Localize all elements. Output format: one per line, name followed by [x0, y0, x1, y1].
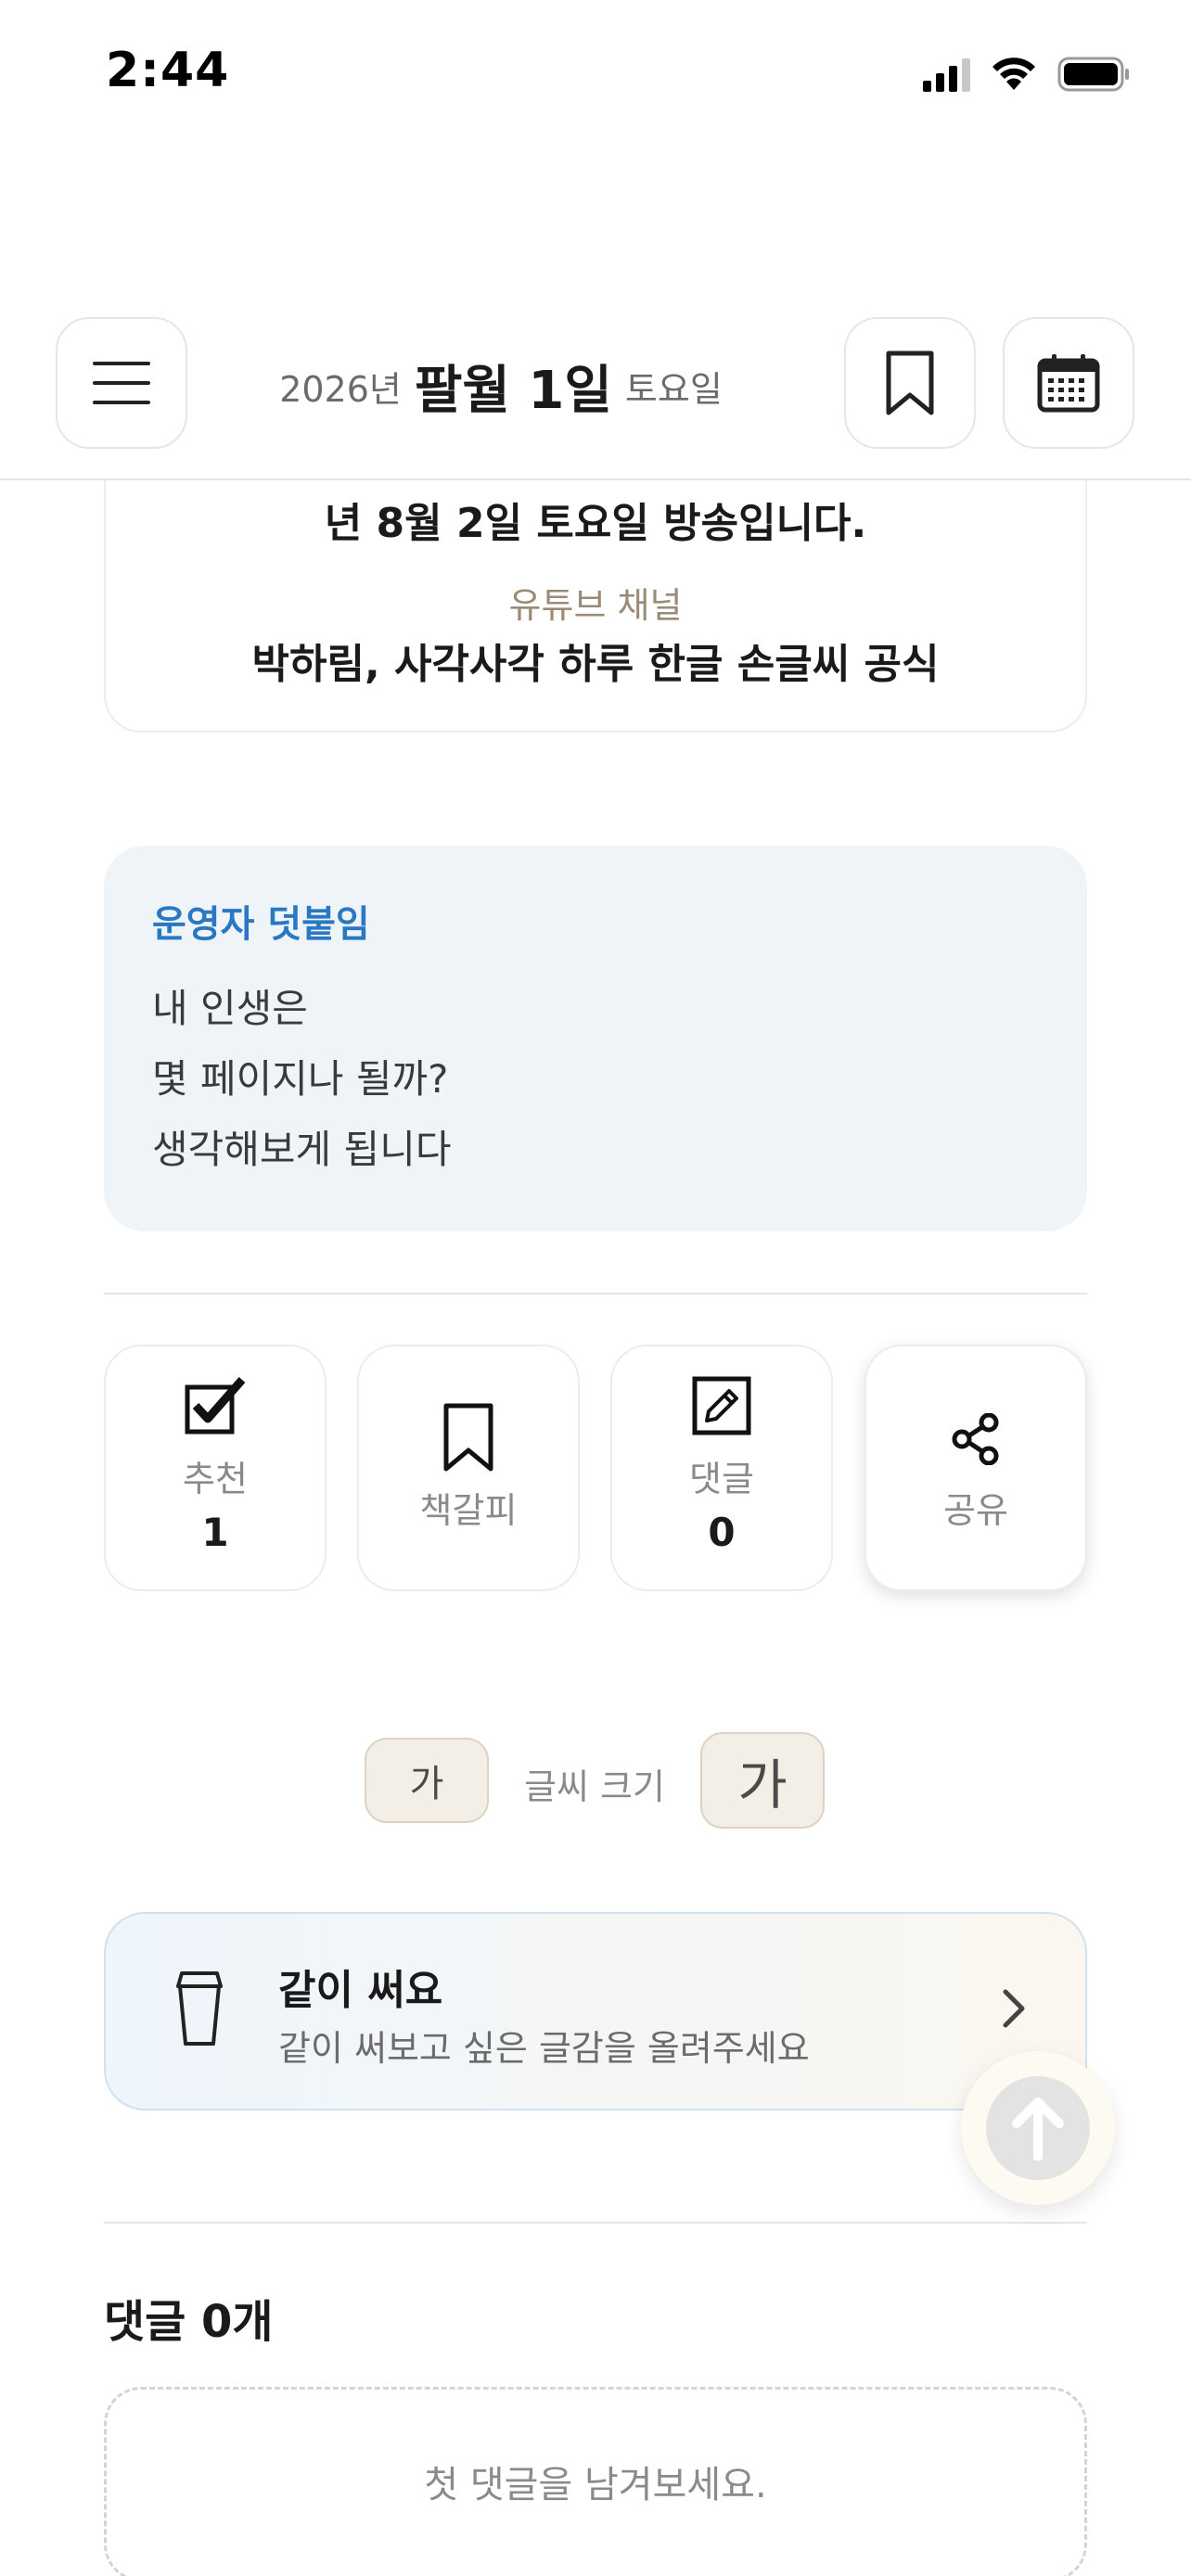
operator-note: 운영자 덧붙임 내 인생은 몇 페이지나 될까? 생각해보게 됩니다: [104, 846, 1087, 1231]
share-label: 공유: [943, 1490, 1008, 1531]
bookmark-icon: [886, 351, 934, 415]
write-together-subtitle: 같이 써보고 싶은 글감을 올려주세요: [278, 2028, 810, 2069]
youtube-channel-name[interactable]: 박하림, 사각사각 하루 한글 손글씨 공식: [106, 631, 1085, 690]
operator-note-line: 내 인생은: [152, 986, 308, 1031]
section-divider: [104, 1293, 1087, 1294]
bookmark-label: 책갈피: [419, 1490, 518, 1531]
scroll-to-top-button[interactable]: [961, 2051, 1115, 2205]
section-divider: [104, 2222, 1087, 2224]
bookmark-header-button[interactable]: [844, 317, 976, 449]
font-size-decrease-button[interactable]: 가: [365, 1738, 489, 1823]
recommend-button[interactable]: 추천 1: [104, 1345, 327, 1591]
comment-empty-state[interactable]: 첫 댓글을 남겨보세요.: [104, 2387, 1087, 2576]
recommend-label: 추천: [183, 1459, 248, 1499]
header-main-date: 팔월 1일: [414, 361, 612, 421]
calendar-icon: [1037, 354, 1100, 413]
hamburger-icon: [93, 362, 150, 404]
date-header: 2026년 팔월 1일 토요일: [0, 315, 1191, 480]
comment-count: 0: [708, 1510, 736, 1555]
bookmark-button[interactable]: 책갈피: [357, 1345, 580, 1591]
header-weekday: 토요일: [624, 369, 723, 410]
header-date[interactable]: 2026년 팔월 1일 토요일: [186, 349, 816, 424]
share-button[interactable]: 공유: [864, 1345, 1087, 1591]
calendar-button[interactable]: [1003, 317, 1134, 449]
status-time: 2:44: [106, 43, 230, 98]
wifi-icon: [992, 57, 1035, 90]
header-year: 2026년: [279, 369, 402, 410]
bookmark-icon: [359, 1402, 578, 1473]
font-size-control: 가 글씨 크기 가: [0, 1732, 1191, 1829]
chevron-right-icon: [1003, 1989, 1025, 2028]
broadcast-line: 년 8월 2일 토요일 방송입니다.: [324, 500, 867, 547]
write-together-card[interactable]: 같이 써요 같이 써보고 싶은 글감을 올려주세요: [104, 1912, 1087, 2111]
recommend-count: 1: [201, 1510, 229, 1555]
menu-button[interactable]: [56, 317, 187, 449]
action-buttons: 추천 1 책갈피 댓글 0 공유: [104, 1345, 1087, 1591]
comment-button[interactable]: 댓글 0: [610, 1345, 833, 1591]
youtube-channel-label: 유튜브 채널: [508, 585, 683, 626]
operator-note-line: 몇 페이지나 될까?: [152, 1056, 449, 1102]
font-size-increase-button[interactable]: 가: [700, 1732, 825, 1829]
battery-icon: [1057, 57, 1129, 92]
broadcast-card: 년 8월 2일 토요일 방송입니다. 유튜브 채널 박하림, 사각사각 하루 한…: [104, 436, 1087, 733]
operator-note-line: 생각해보게 됩니다: [152, 1127, 452, 1172]
status-bar: 2:44: [0, 0, 1191, 148]
comments-title: 댓글 0개: [104, 2296, 274, 2348]
status-icons: [923, 52, 1132, 96]
scroll-to-top-circle: [986, 2076, 1090, 2180]
comment-empty-text: 첫 댓글을 남겨보세요.: [424, 2464, 767, 2506]
write-together-title: 같이 써요: [278, 1967, 443, 2014]
cup-icon: [176, 1971, 223, 2046]
operator-note-title: 운영자 덧붙임: [152, 903, 370, 946]
share-icon: [866, 1413, 1085, 1465]
arrow-up-icon: [1012, 2098, 1064, 2161]
pencil-square-icon: [612, 1376, 831, 1435]
checkbox-check-icon: [106, 1376, 325, 1435]
font-size-label: 글씨 크기: [524, 1766, 665, 1807]
comment-label: 댓글: [689, 1459, 754, 1499]
cellular-signal-icon: [923, 57, 970, 92]
